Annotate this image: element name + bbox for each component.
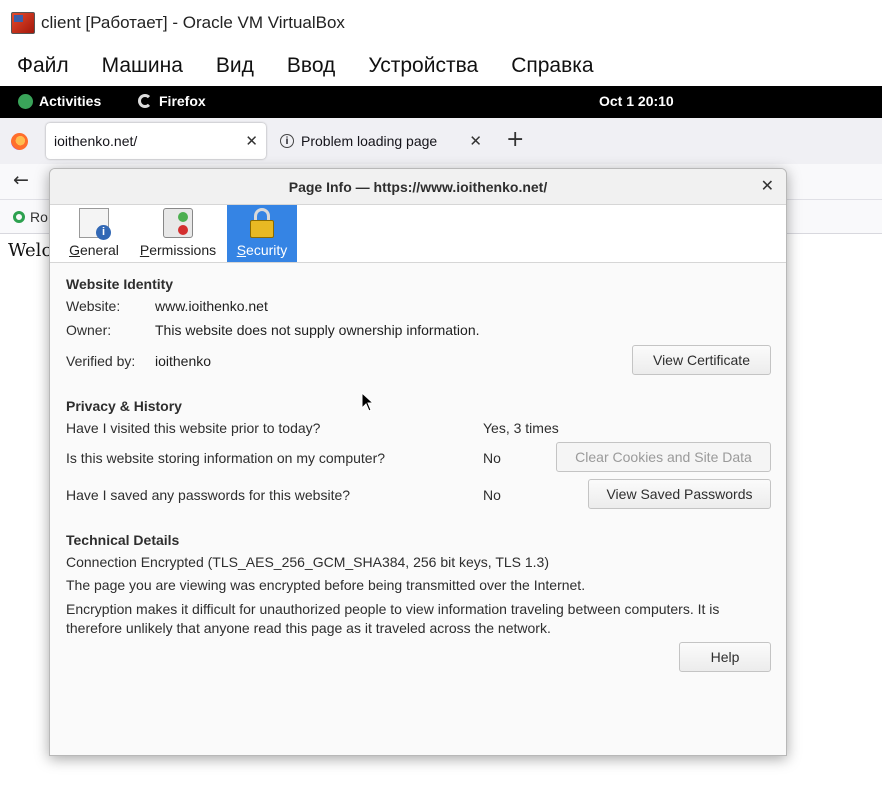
virtualbox-icon [11, 12, 35, 34]
tab-permissions-label: Permissions [139, 242, 217, 258]
tab-security-label: Security [236, 242, 288, 258]
owner-label: Owner: [66, 322, 112, 338]
help-button[interactable]: Help [679, 642, 771, 672]
clear-cookies-button[interactable]: Clear Cookies and Site Data [556, 442, 771, 472]
mouse-cursor-icon [361, 392, 373, 412]
page-info-toolbar: General Permissions Security [50, 205, 786, 263]
close-tab-icon[interactable]: ✕ [245, 132, 258, 150]
tab-ioithenko[interactable]: ioithenko.net/ ✕ [46, 123, 266, 159]
bookmark-favicon-icon [13, 211, 25, 223]
tab-problem-loading[interactable]: i Problem loading page ✕ [280, 123, 490, 159]
bookmark-label: Ro [30, 209, 48, 225]
tab-security[interactable]: Security [227, 205, 297, 262]
firefox-tab-bar: ioithenko.net/ ✕ i Problem loading page … [0, 118, 882, 164]
verified-by-value: ioithenko [155, 353, 212, 369]
visited-question: Have I visited this website prior to tod… [66, 420, 321, 436]
identity-heading: Website Identity [66, 276, 174, 292]
menu-help[interactable]: Справка [511, 54, 593, 78]
clock[interactable]: Oct 1 20:10 [599, 93, 674, 109]
app-menu-label: Firefox [159, 93, 206, 109]
back-arrow-icon[interactable]: ← [13, 169, 29, 191]
passwords-answer: No [483, 487, 501, 503]
menu-view[interactable]: Вид [216, 54, 254, 78]
close-icon[interactable]: ✕ [761, 176, 774, 196]
firefox-view-icon[interactable] [11, 133, 28, 150]
connection-details: Connection Encrypted (TLS_AES_256_GCM_SH… [66, 554, 550, 570]
app-menu-firefox[interactable]: Firefox [138, 93, 206, 109]
website-value: www.ioithenko.net [155, 298, 268, 314]
view-certificate-button[interactable]: View Certificate [632, 345, 771, 375]
close-tab-icon[interactable]: ✕ [469, 132, 482, 150]
tab-label: Problem loading page [301, 133, 438, 149]
page-info-dialog: Page Info — https://www.ioithenko.net/ ✕… [49, 168, 787, 756]
technical-heading: Technical Details [66, 532, 180, 548]
info-icon: i [280, 134, 294, 148]
tab-permissions[interactable]: Permissions [136, 205, 220, 262]
visited-answer: Yes, 3 times [483, 420, 559, 436]
tab-security-label-rest: ecurity [246, 242, 288, 258]
padlock-icon [249, 208, 275, 238]
passwords-question: Have I saved any passwords for this webs… [66, 487, 351, 503]
tab-general-label-rest: eneral [79, 242, 119, 258]
firefox-app-icon [138, 94, 152, 108]
activities-label: Activities [39, 93, 102, 109]
owner-value: This website does not supply ownership i… [155, 322, 480, 338]
dialog-titlebar: Page Info — https://www.ioithenko.net/ ✕ [50, 169, 786, 205]
activities-button[interactable]: Activities [18, 93, 101, 109]
storing-answer: No [483, 450, 501, 466]
verified-by-label: Verified by: [66, 353, 136, 369]
storing-question: Is this website storing information on m… [66, 450, 386, 466]
tab-label: ioithenko.net/ [54, 133, 138, 149]
tab-general[interactable]: General [60, 205, 128, 262]
menu-file[interactable]: Файл [17, 54, 69, 78]
vbox-titlebar: client [Работает] - Oracle VM VirtualBox [0, 0, 882, 46]
menu-devices[interactable]: Устройства [368, 54, 478, 78]
permissions-icon [163, 208, 193, 238]
tab-general-label: General [69, 242, 119, 258]
bookmark-item[interactable]: Ro [13, 209, 48, 225]
window-title: client [Работает] - Oracle VM VirtualBox [41, 13, 345, 32]
activities-icon [18, 93, 33, 109]
tab-permissions-label-rest: ermissions [149, 242, 217, 258]
encryption-line-1: The page you are viewing was encrypted b… [66, 577, 586, 593]
website-label: Website: [66, 298, 121, 314]
encryption-line-2: Encryption makes it difficult for unauth… [66, 601, 720, 636]
privacy-heading: Privacy & History [66, 398, 182, 414]
menu-input[interactable]: Ввод [287, 54, 335, 78]
general-info-icon [79, 208, 111, 240]
new-tab-plus-icon[interactable]: + [506, 127, 524, 152]
dialog-title: Page Info — https://www.ioithenko.net/ [288, 179, 548, 195]
vbox-menubar: Файл Машина Вид Ввод Устройства Справка [0, 46, 882, 86]
view-saved-passwords-button[interactable]: View Saved Passwords [588, 479, 771, 509]
menu-machine[interactable]: Машина [102, 54, 183, 78]
gnome-top-bar: Activities Firefox Oct 1 20:10 [0, 86, 882, 118]
